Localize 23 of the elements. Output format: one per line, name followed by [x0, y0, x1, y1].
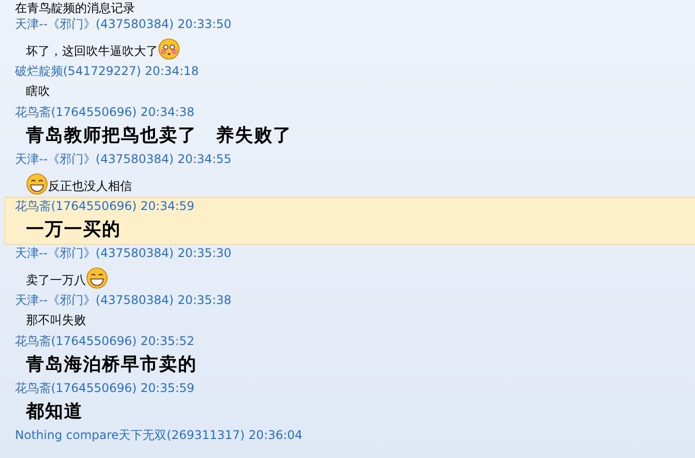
- message-text: 反正也没人相信: [48, 178, 132, 195]
- sender-line: 花鸟斋(1764550696) 20:35:59: [15, 380, 196, 396]
- message-text: 坏了，这回吹牛逼吹大了: [26, 43, 158, 60]
- message-text: 那不叫失败: [26, 312, 86, 328]
- blushing-face-icon: [158, 38, 180, 60]
- message-text: 瞎吹: [26, 82, 50, 100]
- message-text: 青岛海泊桥早市卖的: [26, 353, 197, 376]
- history-title: 在青鸟靛频的消息记录: [14, 0, 136, 16]
- grinning-face-icon: [86, 267, 108, 289]
- grinning-face-icon: [26, 173, 48, 195]
- sender-line: 破烂靛频(541729227) 20:34:18: [15, 63, 200, 79]
- sender-line: 天津--《邪门》(437580384) 20:34:55: [15, 151, 232, 167]
- sender-line: Nothing compare天下无双(269311317) 20:36:04: [15, 427, 304, 443]
- sender-line: 天津--《邪门》(437580384) 20:35:38: [15, 292, 232, 308]
- message-text: 一万一买的: [26, 218, 121, 241]
- message-text: 卖了一万八: [26, 272, 86, 289]
- message-text: 青岛教师把鸟也卖了 养失败了: [26, 124, 292, 147]
- sender-line: 花鸟斋(1764550696) 20:34:38: [15, 104, 196, 120]
- message-text: 都知道: [26, 400, 83, 423]
- sender-line: 花鸟斋(1764550696) 20:35:52: [15, 333, 196, 349]
- sender-line: 花鸟斋(1764550696) 20:34:59: [15, 198, 196, 214]
- sender-line: 天津--《邪门》(437580384) 20:33:50: [15, 16, 232, 32]
- sender-line: 天津--《邪门》(437580384) 20:35:30: [15, 245, 232, 261]
